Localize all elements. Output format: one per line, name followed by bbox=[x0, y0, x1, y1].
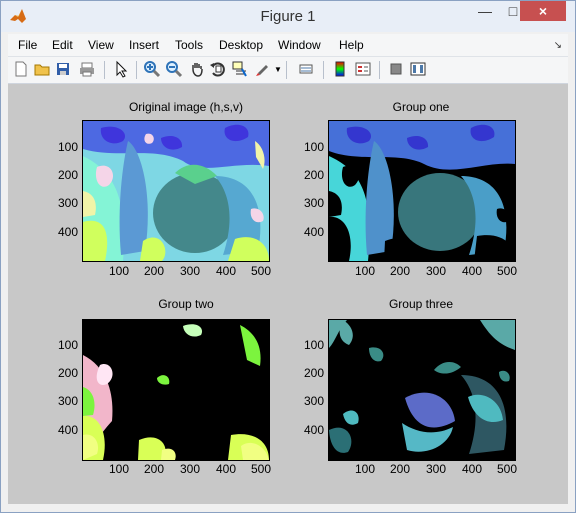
subplot-group-two[interactable] bbox=[82, 319, 270, 461]
zoom-in-icon[interactable] bbox=[143, 60, 161, 78]
x-tick-label: 200 bbox=[143, 462, 165, 476]
data-cursor-icon[interactable] bbox=[231, 60, 249, 78]
x-tick-label: 100 bbox=[108, 462, 130, 476]
menu-desktop[interactable]: Desktop bbox=[219, 38, 263, 52]
open-folder-icon[interactable] bbox=[33, 60, 51, 78]
menu-window[interactable]: Window bbox=[278, 38, 321, 52]
toolbar-separator bbox=[379, 61, 380, 79]
y-tick-label: 100 bbox=[303, 338, 324, 352]
group-three-image bbox=[329, 320, 515, 460]
y-tick-label: 300 bbox=[57, 196, 78, 210]
figure-canvas: Original image (h,s,v) 100 200 300 400 1… bbox=[8, 84, 568, 504]
menu-tools[interactable]: Tools bbox=[175, 38, 203, 52]
subplot-title-group-three: Group three bbox=[388, 297, 454, 311]
x-tick-label: 500 bbox=[250, 462, 272, 476]
x-tick-label: 300 bbox=[425, 264, 447, 278]
y-tick-label: 400 bbox=[57, 225, 78, 239]
close-button[interactable]: × bbox=[520, 1, 566, 21]
print-icon[interactable] bbox=[78, 60, 96, 78]
link-icon[interactable] bbox=[297, 60, 315, 78]
toolbar-separator bbox=[136, 61, 137, 79]
subplot-title-group-one: Group one bbox=[392, 100, 450, 114]
menu-help[interactable]: Help bbox=[339, 38, 364, 52]
x-tick-label: 300 bbox=[425, 462, 447, 476]
x-tick-label: 100 bbox=[354, 462, 376, 476]
y-tick-label: 100 bbox=[57, 140, 78, 154]
y-tick-label: 400 bbox=[303, 423, 324, 437]
y-tick-label: 200 bbox=[57, 168, 78, 182]
minimize-button[interactable]: — bbox=[471, 1, 499, 21]
x-tick-label: 400 bbox=[215, 264, 237, 278]
hide-plot-tools-icon[interactable] bbox=[387, 60, 405, 78]
y-tick-label: 300 bbox=[303, 196, 324, 210]
x-tick-label: 200 bbox=[389, 462, 411, 476]
colorbar-icon[interactable] bbox=[331, 60, 349, 78]
x-tick-label: 100 bbox=[108, 264, 130, 278]
x-tick-label: 500 bbox=[496, 462, 518, 476]
menu-file[interactable]: File bbox=[18, 38, 37, 52]
y-tick-label: 300 bbox=[57, 394, 78, 408]
subplot-title-group-two: Group two bbox=[158, 297, 214, 311]
y-tick-label: 100 bbox=[57, 338, 78, 352]
group-one-image bbox=[329, 121, 515, 261]
toolbar-separator bbox=[323, 61, 324, 79]
y-tick-label: 300 bbox=[303, 394, 324, 408]
figure-toolbar: ▼ bbox=[8, 57, 568, 84]
group-two-image bbox=[83, 320, 269, 460]
y-tick-label: 200 bbox=[303, 366, 324, 380]
save-icon[interactable] bbox=[54, 60, 72, 78]
show-plot-tools-icon[interactable] bbox=[409, 60, 427, 78]
y-tick-label: 100 bbox=[303, 140, 324, 154]
toolbar-separator bbox=[104, 61, 105, 79]
y-tick-label: 200 bbox=[57, 366, 78, 380]
menu-edit[interactable]: Edit bbox=[52, 38, 73, 52]
y-tick-label: 400 bbox=[303, 225, 324, 239]
original-hsv-image bbox=[83, 121, 269, 261]
title-bar: Figure 1 — □ × bbox=[1, 1, 575, 32]
x-tick-label: 500 bbox=[250, 264, 272, 278]
x-tick-label: 100 bbox=[354, 264, 376, 278]
brush-dropdown-icon[interactable]: ▼ bbox=[274, 65, 282, 74]
y-tick-label: 200 bbox=[303, 168, 324, 182]
rotate-icon[interactable] bbox=[209, 60, 227, 78]
x-tick-label: 200 bbox=[389, 264, 411, 278]
menu-view[interactable]: View bbox=[88, 38, 114, 52]
subplot-title-original: Original image (h,s,v) bbox=[128, 100, 244, 114]
menu-insert[interactable]: Insert bbox=[129, 38, 159, 52]
subplot-original-image[interactable] bbox=[82, 120, 270, 262]
subplot-group-three[interactable] bbox=[328, 319, 516, 461]
x-tick-label: 400 bbox=[215, 462, 237, 476]
x-tick-label: 300 bbox=[179, 264, 201, 278]
x-tick-label: 400 bbox=[461, 264, 483, 278]
brush-icon[interactable] bbox=[254, 60, 272, 78]
dock-arrow-icon[interactable]: ↘ bbox=[554, 40, 562, 51]
x-tick-label: 400 bbox=[461, 462, 483, 476]
zoom-out-icon[interactable] bbox=[165, 60, 183, 78]
legend-icon[interactable] bbox=[354, 60, 372, 78]
pan-icon[interactable] bbox=[188, 60, 206, 78]
new-file-icon[interactable] bbox=[12, 60, 30, 78]
y-tick-label: 400 bbox=[57, 423, 78, 437]
x-tick-label: 300 bbox=[179, 462, 201, 476]
subplot-group-one[interactable] bbox=[328, 120, 516, 262]
figure-window: Figure 1 — □ × File Edit View Insert Too… bbox=[0, 0, 576, 513]
toolbar-separator bbox=[286, 61, 287, 79]
x-tick-label: 500 bbox=[496, 264, 518, 278]
menu-bar: File Edit View Insert Tools Desktop Wind… bbox=[8, 34, 568, 57]
pointer-icon[interactable] bbox=[112, 60, 130, 78]
x-tick-label: 200 bbox=[143, 264, 165, 278]
